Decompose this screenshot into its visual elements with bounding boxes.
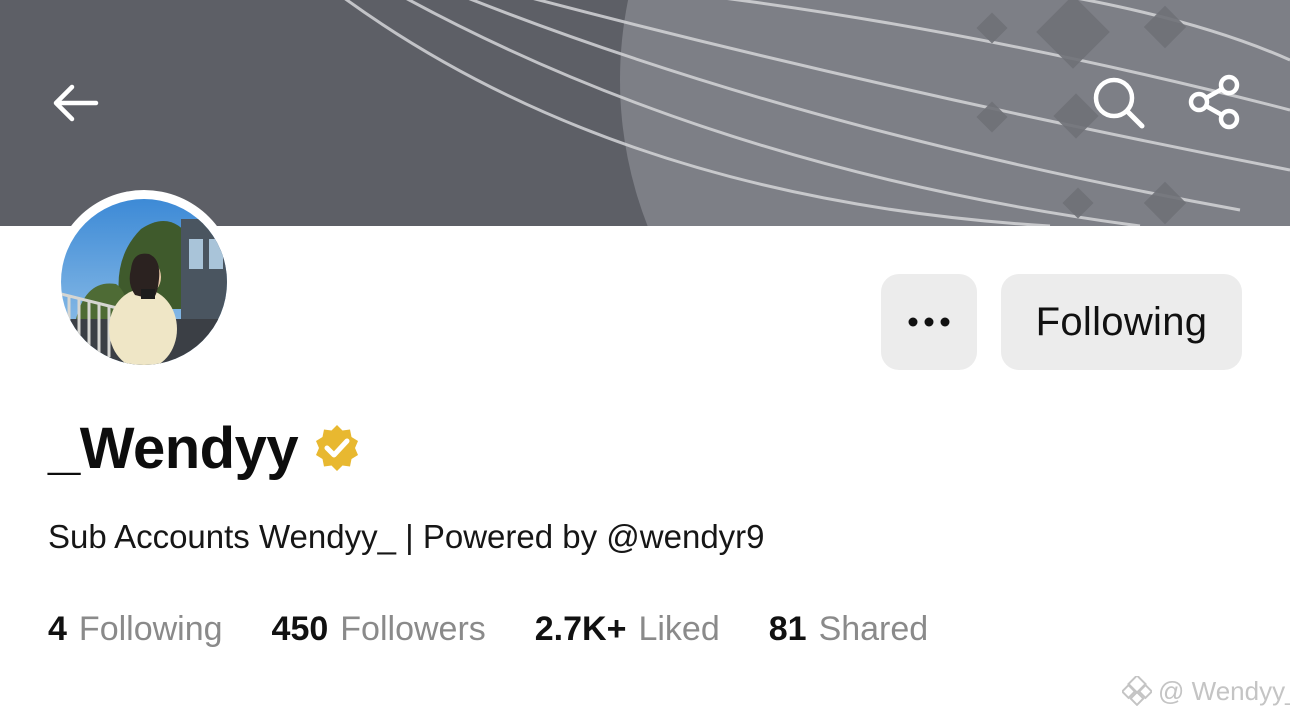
back-button[interactable] xyxy=(44,72,106,134)
profile-stats: 4 Following 450 Followers 2.7K+ Liked 81… xyxy=(48,606,928,652)
watermark: @ Wendyy_ xyxy=(1122,674,1290,708)
search-icon xyxy=(1093,77,1145,129)
watermark-text: @ Wendyy_ xyxy=(1158,675,1290,706)
stat-label: Liked xyxy=(638,609,720,648)
stat-liked[interactable]: 2.7K+ Liked xyxy=(535,610,720,649)
stat-followers[interactable]: 450 Followers xyxy=(272,610,486,649)
arrow-left-icon xyxy=(53,84,99,122)
avatar-frame[interactable] xyxy=(52,190,236,374)
more-dots-icon xyxy=(908,317,950,327)
share-button[interactable] xyxy=(1182,70,1248,134)
stat-value: 81 xyxy=(768,609,807,648)
profile-name-row: _Wendyy xyxy=(48,412,362,484)
search-button[interactable] xyxy=(1086,70,1150,134)
profile-banner xyxy=(0,0,1290,226)
display-name: _Wendyy xyxy=(48,415,299,481)
stat-label: Shared xyxy=(818,609,929,648)
stat-label: Followers xyxy=(340,609,486,648)
verified-badge-icon xyxy=(316,425,359,471)
stat-value: 2.7K+ xyxy=(534,609,627,648)
following-button[interactable]: Following xyxy=(1001,274,1242,370)
stat-value: 4 xyxy=(48,609,67,648)
stat-shared[interactable]: 81 Shared xyxy=(769,610,928,649)
profile-bio: Sub Accounts Wendyy_ | Powered by @wendy… xyxy=(48,518,765,555)
share-icon xyxy=(1188,74,1240,130)
following-button-label: Following xyxy=(1035,299,1208,344)
stat-following[interactable]: 4 Following xyxy=(48,610,223,649)
stat-label: Following xyxy=(78,609,223,648)
avatar xyxy=(61,199,227,365)
stat-value: 450 xyxy=(271,609,329,648)
watermark-logo-icon xyxy=(1122,676,1152,706)
more-options-button[interactable] xyxy=(881,274,977,370)
